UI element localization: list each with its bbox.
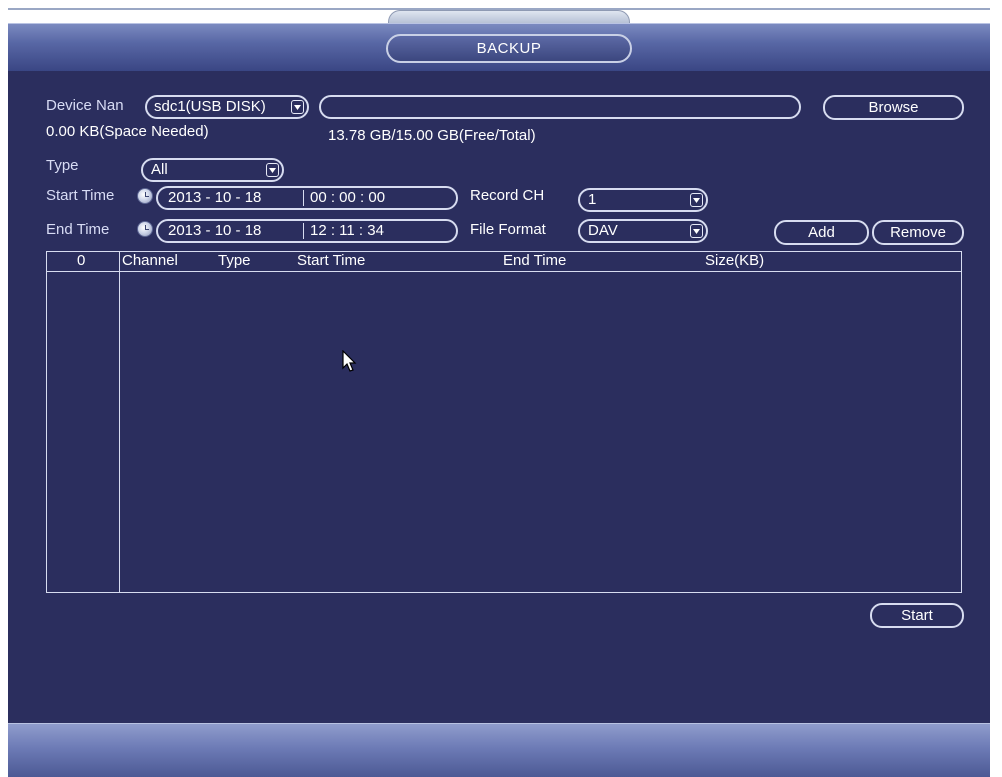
mouse-cursor-icon [342, 350, 357, 372]
end-date-value: 2013 - 10 - 18 [168, 222, 262, 239]
chevron-down-icon [266, 163, 279, 177]
type-value: All [151, 161, 168, 178]
window-title: BACKUP [386, 34, 632, 63]
backup-file-table: 0 Channel Type Start Time End Time Size(… [46, 251, 962, 593]
type-select[interactable]: All [141, 158, 284, 182]
device-path-field[interactable] [319, 95, 801, 119]
device-name-value: sdc1(USB DISK) [154, 98, 266, 115]
date-time-divider [303, 223, 304, 239]
add-button[interactable]: Add [774, 220, 869, 245]
column-header-size: Size(KB) [705, 252, 765, 269]
end-clock-value: 12 : 11 : 34 [310, 222, 384, 239]
type-label: Type [46, 157, 79, 174]
record-ch-label: Record CH [470, 187, 545, 204]
space-needed-text: 0.00 KB(Space Needed) [46, 123, 209, 140]
table-column-divider [119, 252, 120, 592]
column-header-start-time: Start Time [297, 252, 366, 269]
chevron-down-icon [690, 193, 703, 207]
start-time-label: Start Time [46, 187, 115, 204]
record-ch-value: 1 [588, 191, 597, 208]
start-clock-value: 00 : 00 : 00 [310, 189, 386, 206]
chevron-down-icon [690, 224, 703, 238]
device-name-label: Device Nan [46, 97, 124, 114]
title-bar: BACKUP [8, 23, 990, 71]
remove-button[interactable]: Remove [872, 220, 964, 245]
start-time-field[interactable]: 2013 - 10 - 18 00 : 00 : 00 [156, 186, 458, 210]
free-total-text: 13.78 GB/15.00 GB(Free/Total) [328, 127, 536, 144]
end-time-field[interactable]: 2013 - 10 - 18 12 : 11 : 34 [156, 219, 458, 243]
clock-icon[interactable] [137, 188, 153, 204]
column-header-end-time: End Time [503, 252, 567, 269]
footer-bar [8, 723, 990, 777]
file-format-select[interactable]: DAV [578, 219, 708, 243]
table-header: 0 Channel Type Start Time End Time Size(… [47, 252, 961, 272]
chevron-down-icon [291, 100, 304, 114]
start-button[interactable]: Start [870, 603, 964, 628]
record-ch-select[interactable]: 1 [578, 188, 708, 212]
clock-icon[interactable] [137, 221, 153, 237]
column-header-type: Type [218, 252, 251, 269]
end-time-label: End Time [46, 221, 110, 238]
browse-button[interactable]: Browse [823, 95, 964, 120]
file-format-label: File Format [470, 221, 546, 238]
device-name-select[interactable]: sdc1(USB DISK) [145, 95, 309, 119]
top-tab-edge [388, 10, 630, 23]
column-header-select[interactable]: 0 [77, 252, 85, 269]
file-format-value: DAV [588, 222, 618, 239]
backup-window: BACKUP Device Nan sdc1(USB DISK) Browse … [8, 23, 990, 777]
date-time-divider [303, 190, 304, 206]
start-date-value: 2013 - 10 - 18 [168, 189, 262, 206]
column-header-channel: Channel [122, 252, 178, 269]
